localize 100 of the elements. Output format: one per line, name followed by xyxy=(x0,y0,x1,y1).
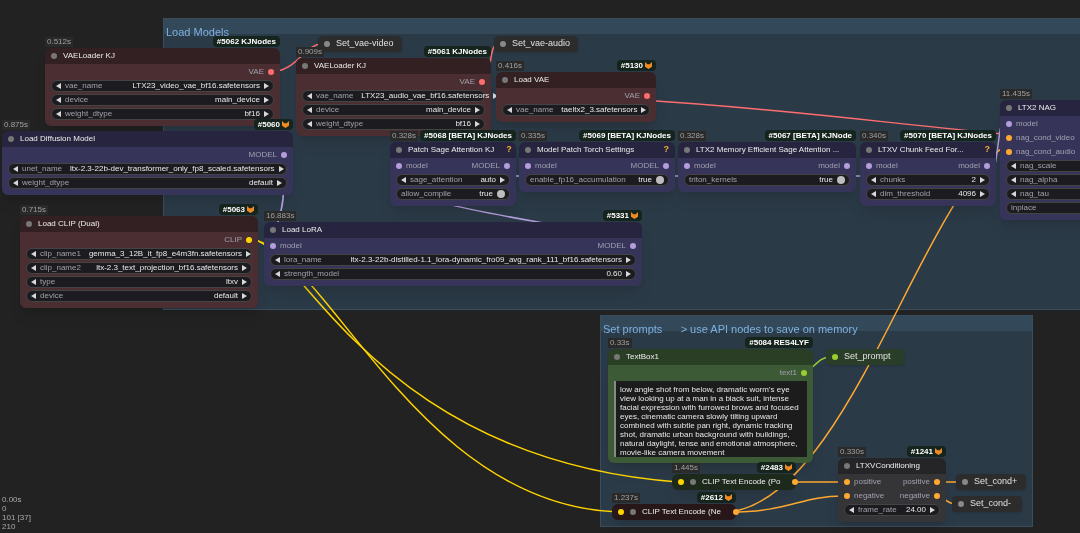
setter-node[interactable]: Set_cond- xyxy=(952,496,1022,512)
node-header[interactable]: Model Patch Torch Settings ? xyxy=(519,142,675,158)
node-header[interactable]: Patch Sage Attention KJ ? xyxy=(390,142,516,158)
node-header[interactable]: Load Diffusion Model xyxy=(2,131,293,147)
node-header[interactable]: Load LoRA xyxy=(264,222,642,238)
help-mark[interactable]: ? xyxy=(984,143,990,157)
slot-label: MODEL xyxy=(630,160,659,172)
slot-label: nag_cond_video xyxy=(1016,132,1075,144)
toggle-field[interactable]: enable_fp16_accumulation true xyxy=(525,174,669,186)
execution-time: 0.328s xyxy=(678,131,707,141)
node-title: Set_prompt xyxy=(844,350,891,364)
slot-label: VAE xyxy=(248,66,264,78)
execution-time: 11.435s xyxy=(1000,89,1032,99)
node-header[interactable]: LTX2 NAG xyxy=(1000,100,1080,116)
number-field[interactable]: strength_model 0.60 xyxy=(270,268,636,280)
node-badge: #5069 [BETA] KJNodes xyxy=(579,130,675,141)
node-badge: #2483 xyxy=(756,462,796,473)
node-card[interactable]: LTXVConditioning positive positive negative negative frame_rate 24.00 xyxy=(838,458,946,522)
node-badge: #5331 xyxy=(602,210,642,221)
setter-node[interactable]: Set_cond+ xyxy=(956,474,1026,490)
stats-line: 0.00s xyxy=(2,495,23,504)
slot-label: nag_cond_audio xyxy=(1016,146,1076,158)
slot-label: MODEL xyxy=(248,149,277,161)
node-header[interactable]: LTXVConditioning xyxy=(838,458,946,474)
node-card[interactable]: Load LoRA model MODEL lora_name ltx-2.3-22b-distilled-1.1_lora-dynamic_fro09_avg_rank_111_bf16.safetensors strength_model 0.60 xyxy=(264,222,642,286)
node-card[interactable]: Patch Sage Attention KJ ? model MODEL sage_attention auto allow_compile true xyxy=(390,142,516,206)
node-card[interactable]: LTX2 Memory Efficient Sage Attention ... model model triton_kernels true xyxy=(678,142,856,192)
help-mark[interactable]: ? xyxy=(663,143,669,157)
number-field[interactable]: dim_threshold 4096 xyxy=(866,188,990,200)
collapsed-node[interactable]: CLIP Text Encode (Ne xyxy=(612,504,736,520)
node-header[interactable]: LTXV Chunk Feed For... ? xyxy=(860,142,996,158)
prompt-text-area[interactable]: low angle shot from below, dramatic worm's eye view looking up at a man in a black suit, intense facial expression with furrowed brows and focused eyes, cinematic camera slowly tilting upward combined with subtle pan right, dynamic tracking shot, dramatic urban background with buildings, natural daylight, tense and emotional atmosphere, movie-like camera movement xyxy=(614,381,807,457)
slot-label: model xyxy=(280,240,302,252)
node-title: Load VAE xyxy=(514,74,550,86)
node-badge: #5062 KJNodes xyxy=(212,36,280,47)
stats-line: 210 xyxy=(2,522,17,531)
number-field[interactable]: chunks 2 xyxy=(866,174,990,186)
node-card[interactable]: Load Diffusion Model MODEL unet_name ltx-2.3-22b-dev_transformer_only_fp8_scaled.safetensors weight_dtype default xyxy=(2,131,293,195)
node-title: Load LoRA xyxy=(282,224,323,236)
execution-time: 0.328s xyxy=(390,131,419,141)
combo-field[interactable]: device main_device xyxy=(51,94,274,106)
slot-label: model xyxy=(876,160,898,172)
combo-field[interactable]: vae_name LTX23_video_vae_bf16.safetensors xyxy=(51,80,274,92)
node-header[interactable]: Load VAE xyxy=(496,72,656,88)
setter-node[interactable]: Set_prompt xyxy=(826,349,904,365)
combo-field[interactable]: vae_name taeltx2_3.safetensors xyxy=(502,104,650,116)
combo-field[interactable]: sage_attention auto xyxy=(396,174,510,186)
node-title: Model Patch Torch Settings xyxy=(537,144,635,156)
node-card[interactable]: LTX2 NAG model nag_cond_video nag_cond_audio nag_scale nag_alpha nag_tau inplace xyxy=(1000,100,1080,220)
slot-label: negative xyxy=(854,490,885,502)
combo-field[interactable]: lora_name ltx-2.3-22b-distilled-1.1_lora-dynamic_fro09_avg_rank_111_bf16.safetensors xyxy=(270,254,636,266)
node-badge: #5084 RES4LYF xyxy=(745,337,813,348)
node-title: VAELoader KJ xyxy=(63,50,115,62)
combo-field[interactable]: clip_name2 ltx-2.3_text_projection_bf16.safetensors xyxy=(26,262,252,274)
slot-label: negative xyxy=(899,490,930,502)
combo-field[interactable]: unet_name ltx-2.3-22b-dev_transformer_only_fp8_scaled.safetensors xyxy=(8,163,287,175)
setter-node[interactable]: Set_vae-audio xyxy=(494,36,578,52)
combo-field[interactable]: device default xyxy=(26,290,252,302)
execution-time: 0.335s xyxy=(519,131,548,141)
slot-label: positive xyxy=(902,476,930,488)
node-header[interactable]: VAELoader KJ xyxy=(45,48,280,64)
combo-field[interactable]: weight_dtype bf16 xyxy=(302,118,485,130)
toggle-field[interactable]: inplace xyxy=(1006,202,1080,214)
collapsed-node[interactable]: CLIP Text Encode (Po xyxy=(672,474,796,490)
node-title: LTXVConditioning xyxy=(856,460,920,472)
slot-label: CLIP xyxy=(224,234,242,246)
slot-label: MODEL xyxy=(471,160,500,172)
node-badge: #5063 xyxy=(218,204,258,215)
node-card[interactable]: Load VAE VAE vae_name taeltx2_3.safetensors xyxy=(496,72,656,122)
node-header[interactable]: Load CLIP (Dual) xyxy=(20,216,258,232)
help-mark[interactable]: ? xyxy=(506,143,512,157)
node-title: Load CLIP (Dual) xyxy=(38,218,100,230)
node-header[interactable]: TextBox1 xyxy=(608,349,813,365)
node-badge: #2612 xyxy=(696,492,736,503)
number-field[interactable]: nag_scale xyxy=(1006,160,1080,172)
node-title: LTX2 NAG xyxy=(1018,102,1057,114)
node-title: CLIP Text Encode (Ne xyxy=(642,506,721,518)
combo-field[interactable]: weight_dtype bf16 xyxy=(51,108,274,120)
combo-field[interactable]: weight_dtype default xyxy=(8,177,287,189)
node-card[interactable]: Model Patch Torch Settings ? model MODEL enable_fp16_accumulation true xyxy=(519,142,675,192)
node-card[interactable]: Load CLIP (Dual) CLIP clip_name1 gemma_3_12B_it_fp8_e4m3fn.safetensors clip_name2 ltx-2.3_text_projection_bf16.safetensors type ltxv device default xyxy=(20,216,258,308)
slot-label: model xyxy=(1016,118,1038,130)
node-header[interactable]: LTX2 Memory Efficient Sage Attention ... xyxy=(678,142,856,158)
toggle-field[interactable]: triton_kernels true xyxy=(684,174,850,186)
node-title: Set_vae-video xyxy=(336,37,394,51)
execution-time: 0.340s xyxy=(860,131,889,141)
node-title: Set_cond- xyxy=(970,497,1012,511)
execution-time: 0.330s xyxy=(838,447,867,457)
node-header[interactable]: VAELoader KJ xyxy=(296,58,491,74)
number-field[interactable]: frame_rate 24.00 xyxy=(844,504,940,516)
combo-field[interactable]: clip_name1 gemma_3_12B_it_fp8_e4m3fn.safetensors xyxy=(26,248,252,260)
number-field[interactable]: nag_tau xyxy=(1006,188,1080,200)
combo-field[interactable]: type ltxv xyxy=(26,276,252,288)
execution-time: 0.715s xyxy=(20,205,49,215)
toggle-field[interactable]: allow_compile true xyxy=(396,188,510,200)
node-badge: #5067 [BETA] KJNode xyxy=(764,130,856,141)
node-card[interactable]: LTXV Chunk Feed For... ? model model chunks 2 dim_threshold 4096 xyxy=(860,142,996,206)
stats-line: 0 xyxy=(2,504,8,513)
combo-field[interactable]: device main_device xyxy=(302,104,485,116)
number-field[interactable]: nag_alpha xyxy=(1006,174,1080,186)
